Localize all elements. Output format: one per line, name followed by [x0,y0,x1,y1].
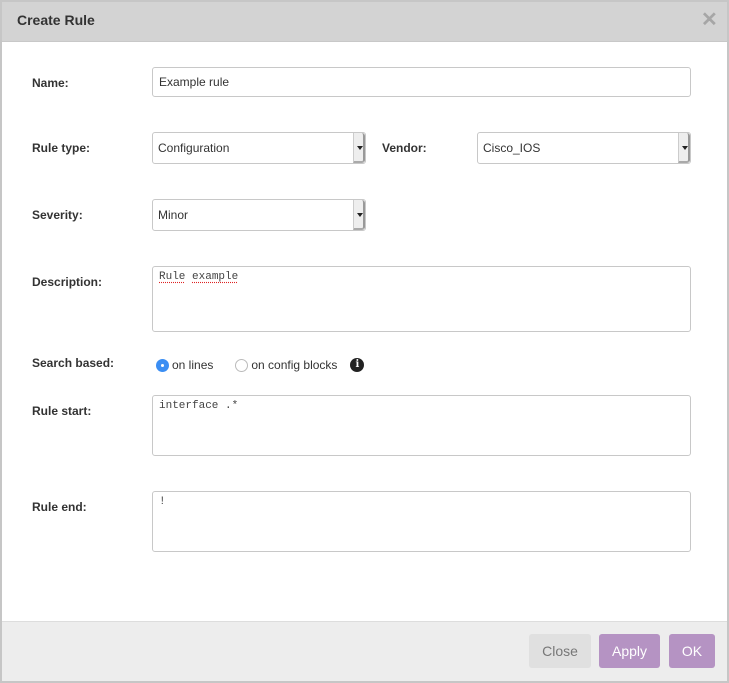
description-word: example [192,271,239,283]
search-based-label: Search based: [32,356,115,370]
rule-start-label: Rule start: [32,404,92,418]
severity-value: Minor [158,208,189,222]
info-icon[interactable]: i [350,358,365,372]
vendor-select[interactable]: Cisco_IOS [477,132,691,164]
severity-select[interactable]: Minor [152,199,366,231]
name-label: Name: [32,76,69,90]
dialog-footer: Close Apply OK [2,621,727,681]
create-rule-dialog: Create Rule ✕ Name: Rule type: Configura… [2,2,727,681]
ok-button[interactable]: OK [669,634,715,668]
rule-end-textarea[interactable]: ! [152,491,691,552]
chevron-down-icon[interactable] [353,200,365,230]
search-based-radio-group: on lines on config blocks i [156,356,365,374]
vendor-value: Cisco_IOS [483,141,541,155]
description-word: Rule [159,271,186,283]
dialog-header: Create Rule ✕ [2,2,727,42]
close-x-icon[interactable]: ✕ [701,10,718,30]
radio-on-config-blocks-label[interactable]: on config blocks [251,358,337,372]
chevron-down-icon[interactable] [678,133,690,163]
chevron-down-icon[interactable] [353,133,365,163]
radio-on-lines[interactable] [156,358,169,372]
vendor-label: Vendor: [382,141,427,155]
rule-type-select[interactable]: Configuration [152,132,366,164]
apply-button[interactable]: Apply [599,634,660,668]
dialog-title: Create Rule [17,12,95,28]
rule-type-value: Configuration [158,141,230,155]
rule-start-textarea[interactable]: interface .* [152,395,691,456]
severity-label: Severity: [32,208,83,222]
radio-on-config-blocks[interactable] [235,358,249,372]
radio-on-lines-label[interactable]: on lines [172,358,213,372]
description-textarea[interactable]: Rule example [152,266,691,332]
rule-end-label: Rule end: [32,500,87,514]
description-label: Description: [32,275,103,289]
close-button[interactable]: Close [529,634,591,668]
name-input[interactable] [152,67,691,97]
rule-type-label: Rule type: [32,141,91,155]
